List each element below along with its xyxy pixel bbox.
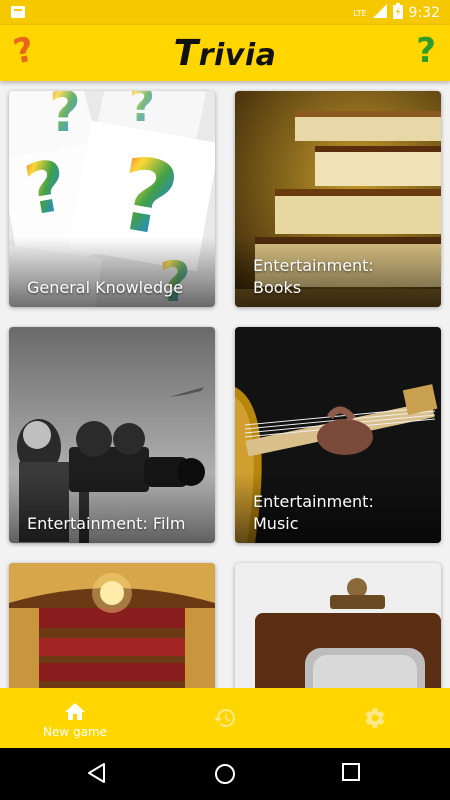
category-label: General Knowledge [27,278,184,297]
category-card-books[interactable]: Entertainment: Books [235,91,441,307]
television-image [235,563,441,688]
back-icon[interactable] [86,762,108,788]
category-label: Entertainment: Music [253,492,374,533]
category-card-film[interactable]: Entertainment: Film [9,327,215,543]
recents-icon[interactable] [341,762,361,786]
nav-label: New game [42,725,108,739]
home-circle-icon[interactable] [213,762,237,790]
bottom-navigation: New game [0,688,450,748]
theatre-image [9,563,215,688]
status-bar: LTE 9:32 [0,0,450,25]
gear-icon [365,708,385,728]
home-icon [65,703,85,720]
clock: 9:32 [408,5,440,21]
category-card-theatre[interactable] [9,563,215,688]
category-grid: ? ? ? ? ? General Knowledge [0,81,450,688]
app-title: Trivia [173,33,277,74]
system-navigation-bar [0,748,450,800]
category-label: Entertainment: Books [253,256,374,297]
svg-text:?: ? [129,91,155,132]
nav-history[interactable] [150,688,300,748]
category-label: Entertainment: Film [27,514,186,533]
notification-icon [10,4,26,24]
app-bar: ? Trivia ? [0,25,450,81]
category-card-general-knowledge[interactable]: ? ? ? ? ? General Knowledge [9,91,215,307]
signal-icon [372,4,387,22]
network-type-label: LTE [353,8,367,18]
battery-icon [392,3,403,23]
question-mark-green-icon[interactable]: ? [416,31,436,71]
history-icon [214,709,235,727]
category-card-television[interactable] [235,563,441,688]
category-card-music[interactable]: Entertainment: Music [235,327,441,543]
nav-settings[interactable] [300,688,450,748]
svg-text:?: ? [49,91,81,144]
nav-new-game[interactable]: New game [0,688,150,748]
